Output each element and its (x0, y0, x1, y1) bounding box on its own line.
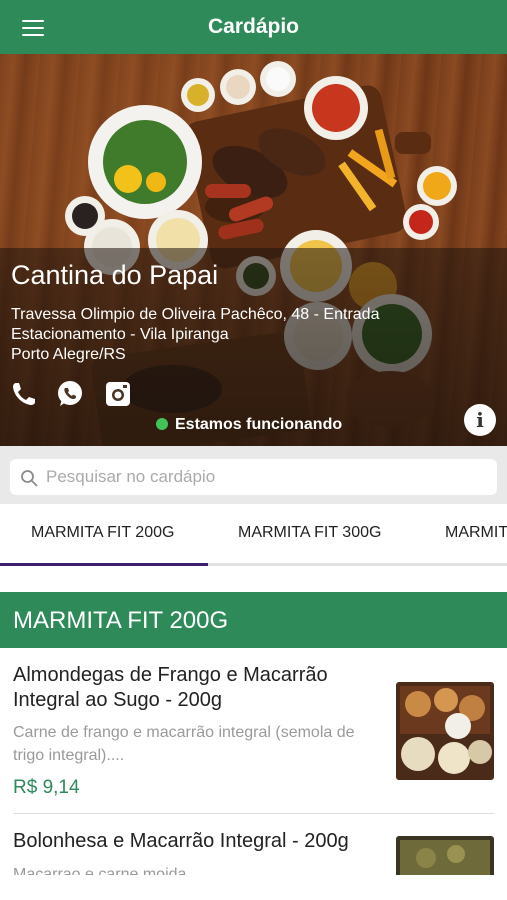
address-line-3: Porto Alegre/RS (11, 346, 126, 363)
item-name-line-1: Almondegas de Frango e Macarrão (13, 664, 328, 686)
restaurant-name: Cantina do Papai (11, 260, 219, 290)
restaurant-hero-banner: Cantina do Papai Travessa Olimpio de Oli… (0, 54, 507, 446)
menu-item[interactable]: Almondegas de Frango e Macarrão Integral… (0, 660, 507, 810)
category-tabs: MARMITA FIT 200G MARMITA FIT 300G MARMIT… (0, 504, 507, 566)
info-icon[interactable]: i (464, 404, 496, 436)
tab-marmita-fit-300g[interactable]: MARMITA FIT 300G (238, 524, 381, 542)
page-title: Cardápio (207, 15, 299, 38)
tab-marmita-fit-200g[interactable]: MARMITA FIT 200G (31, 524, 174, 542)
section-title: MARMITA FIT 200G (13, 607, 229, 634)
search-icon (21, 470, 38, 487)
item-price: R$ 9,14 (13, 777, 80, 798)
item-name-line-2: Integral ao Sugo - 200g (13, 689, 223, 711)
address-line-1: Travessa Olimpio de Oliveira Pachêco, 48… (11, 306, 380, 323)
instagram-icon[interactable] (104, 380, 132, 408)
search-bar-container (0, 446, 507, 504)
screen-bottom (0, 875, 507, 900)
item-divider (13, 813, 494, 814)
item-description-line-2: trigo integral).... (13, 747, 125, 764)
whatsapp-icon[interactable] (55, 379, 85, 409)
tab-marmita[interactable]: MARMITA (445, 524, 507, 542)
open-status: Estamos funcionando (156, 416, 342, 434)
status-indicator-dot (156, 418, 168, 430)
active-tab-indicator (0, 563, 208, 566)
item-description-line-1: Carne de frango e macarrão integral (sem… (13, 724, 355, 741)
app-bar: Cardápio (0, 0, 507, 54)
search-box[interactable] (10, 459, 497, 495)
item-name-line-1: Bolonhesa e Macarrão Integral - 200g (13, 830, 349, 852)
phone-icon[interactable] (10, 380, 38, 408)
item-photo (396, 682, 494, 780)
category-section-header: MARMITA FIT 200G (0, 592, 507, 648)
address-line-2: Estacionamento - Vila Ipiranga (11, 326, 229, 343)
status-text: Estamos funcionando (175, 416, 343, 433)
search-input[interactable] (46, 459, 486, 495)
